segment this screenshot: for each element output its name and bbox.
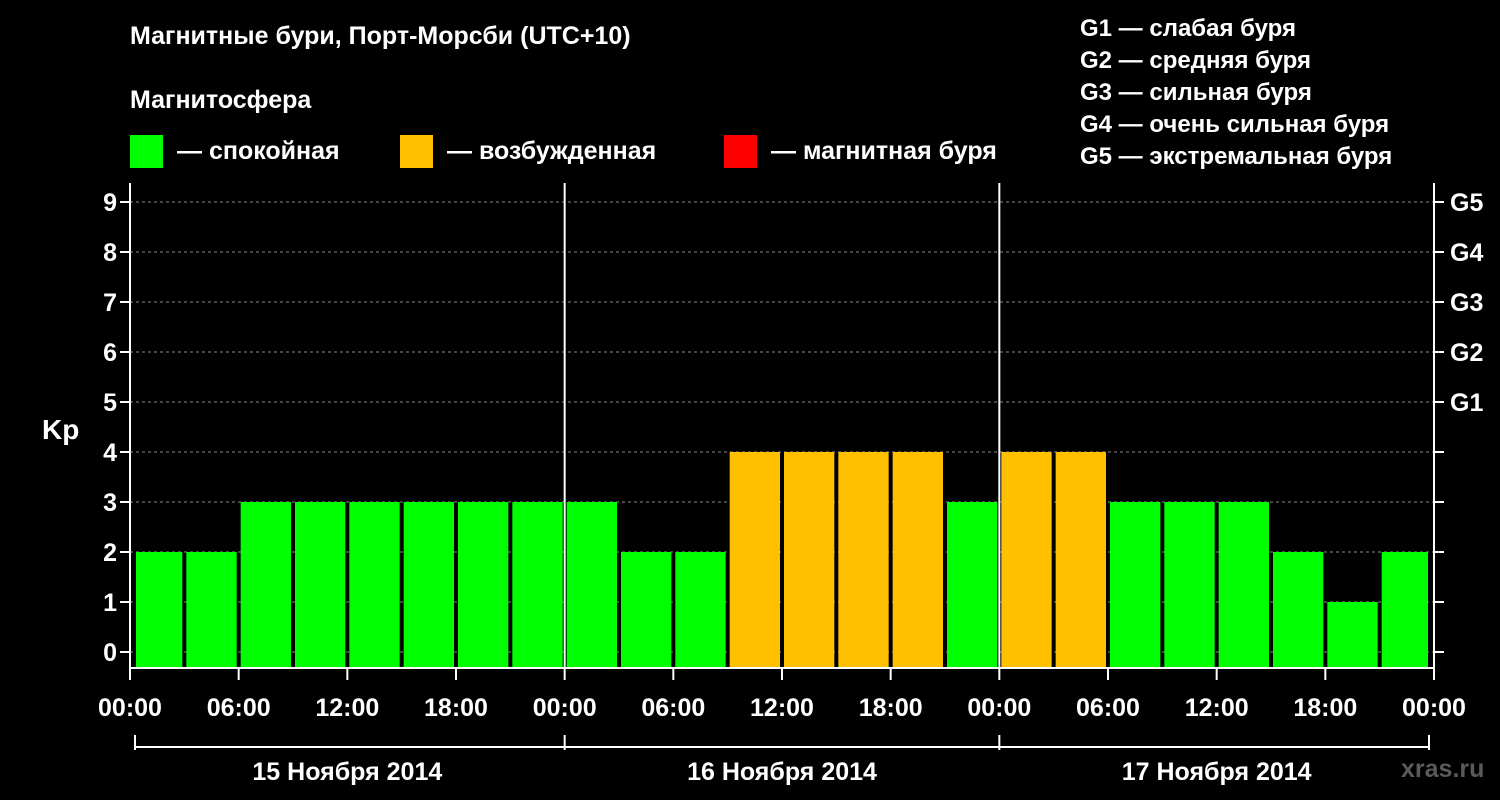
y-tick-label-1: 1 [103,589,117,617]
right-tick-label-g2: G2 [1450,339,1483,367]
kp-chart: 0 1 2 3 4 5 6 7 8 9 G1 G2 G3 G4 G5 Kp 00:00 06:00 12:00 18:… [42,183,1483,786]
bar-18 [1110,502,1161,668]
bar-16 [1001,452,1052,668]
bar-8 [566,502,617,668]
x-tick-label-2: 12:00 [315,694,379,722]
watermark: xras.ru [1401,755,1485,783]
x-tick-label-6: 12:00 [750,694,814,722]
bar-10 [675,552,726,668]
bar-15 [947,502,998,668]
bar-20 [1218,502,1269,668]
x-tick-label-0: 00:00 [98,694,162,722]
bar-6 [458,502,509,668]
bar-2 [240,502,291,668]
x-tick-label-3: 18:00 [424,694,488,722]
right-tick-label-g5: G5 [1450,189,1483,217]
y-tick-label-3: 3 [103,489,117,517]
bar-17 [1055,452,1106,668]
right-tick-label-g4: G4 [1450,239,1483,267]
x-tick-label-9: 06:00 [1076,694,1140,722]
bar-23 [1381,552,1428,668]
bar-19 [1164,502,1215,668]
x-tick-label-7: 18:00 [859,694,923,722]
bar-3 [295,502,346,668]
day-label-1: 16 Ноября 2014 [687,758,877,786]
x-tick-label-12: 00:00 [1402,694,1466,722]
bar-22 [1327,602,1378,668]
bar-0 [136,552,183,668]
bar-14 [892,452,943,668]
bar-5 [403,502,454,668]
x-tick-label-10: 12:00 [1185,694,1249,722]
bar-9 [621,552,672,668]
bar-1 [186,552,237,668]
y-tick-label-8: 8 [103,239,117,267]
y-tick-label-9: 9 [103,189,117,217]
x-tick-label-5: 06:00 [641,694,705,722]
y-axis-label: Kp [42,414,79,445]
right-tick-label-g1: G1 [1450,389,1483,417]
x-tick-label-11: 18:00 [1293,694,1357,722]
bar-4 [349,502,400,668]
y-tick-label-6: 6 [103,339,117,367]
bar-21 [1273,552,1324,668]
bar-11 [729,452,780,668]
x-tick-label-4: 00:00 [533,694,597,722]
bar-12 [784,452,835,668]
y-tick-label-5: 5 [103,389,117,417]
y-tick-label-0: 0 [103,639,117,667]
x-tick-label-8: 00:00 [967,694,1031,722]
day-label-2: 17 Ноября 2014 [1122,758,1312,786]
y-tick-label-4: 4 [103,439,117,467]
day-label-0: 15 Ноября 2014 [252,758,442,786]
y-tick-label-2: 2 [103,539,117,567]
y-tick-label-7: 7 [103,289,117,317]
x-tick-label-1: 06:00 [207,694,271,722]
bar-7 [512,502,563,668]
bar-13 [838,452,889,668]
right-tick-label-g3: G3 [1450,289,1483,317]
